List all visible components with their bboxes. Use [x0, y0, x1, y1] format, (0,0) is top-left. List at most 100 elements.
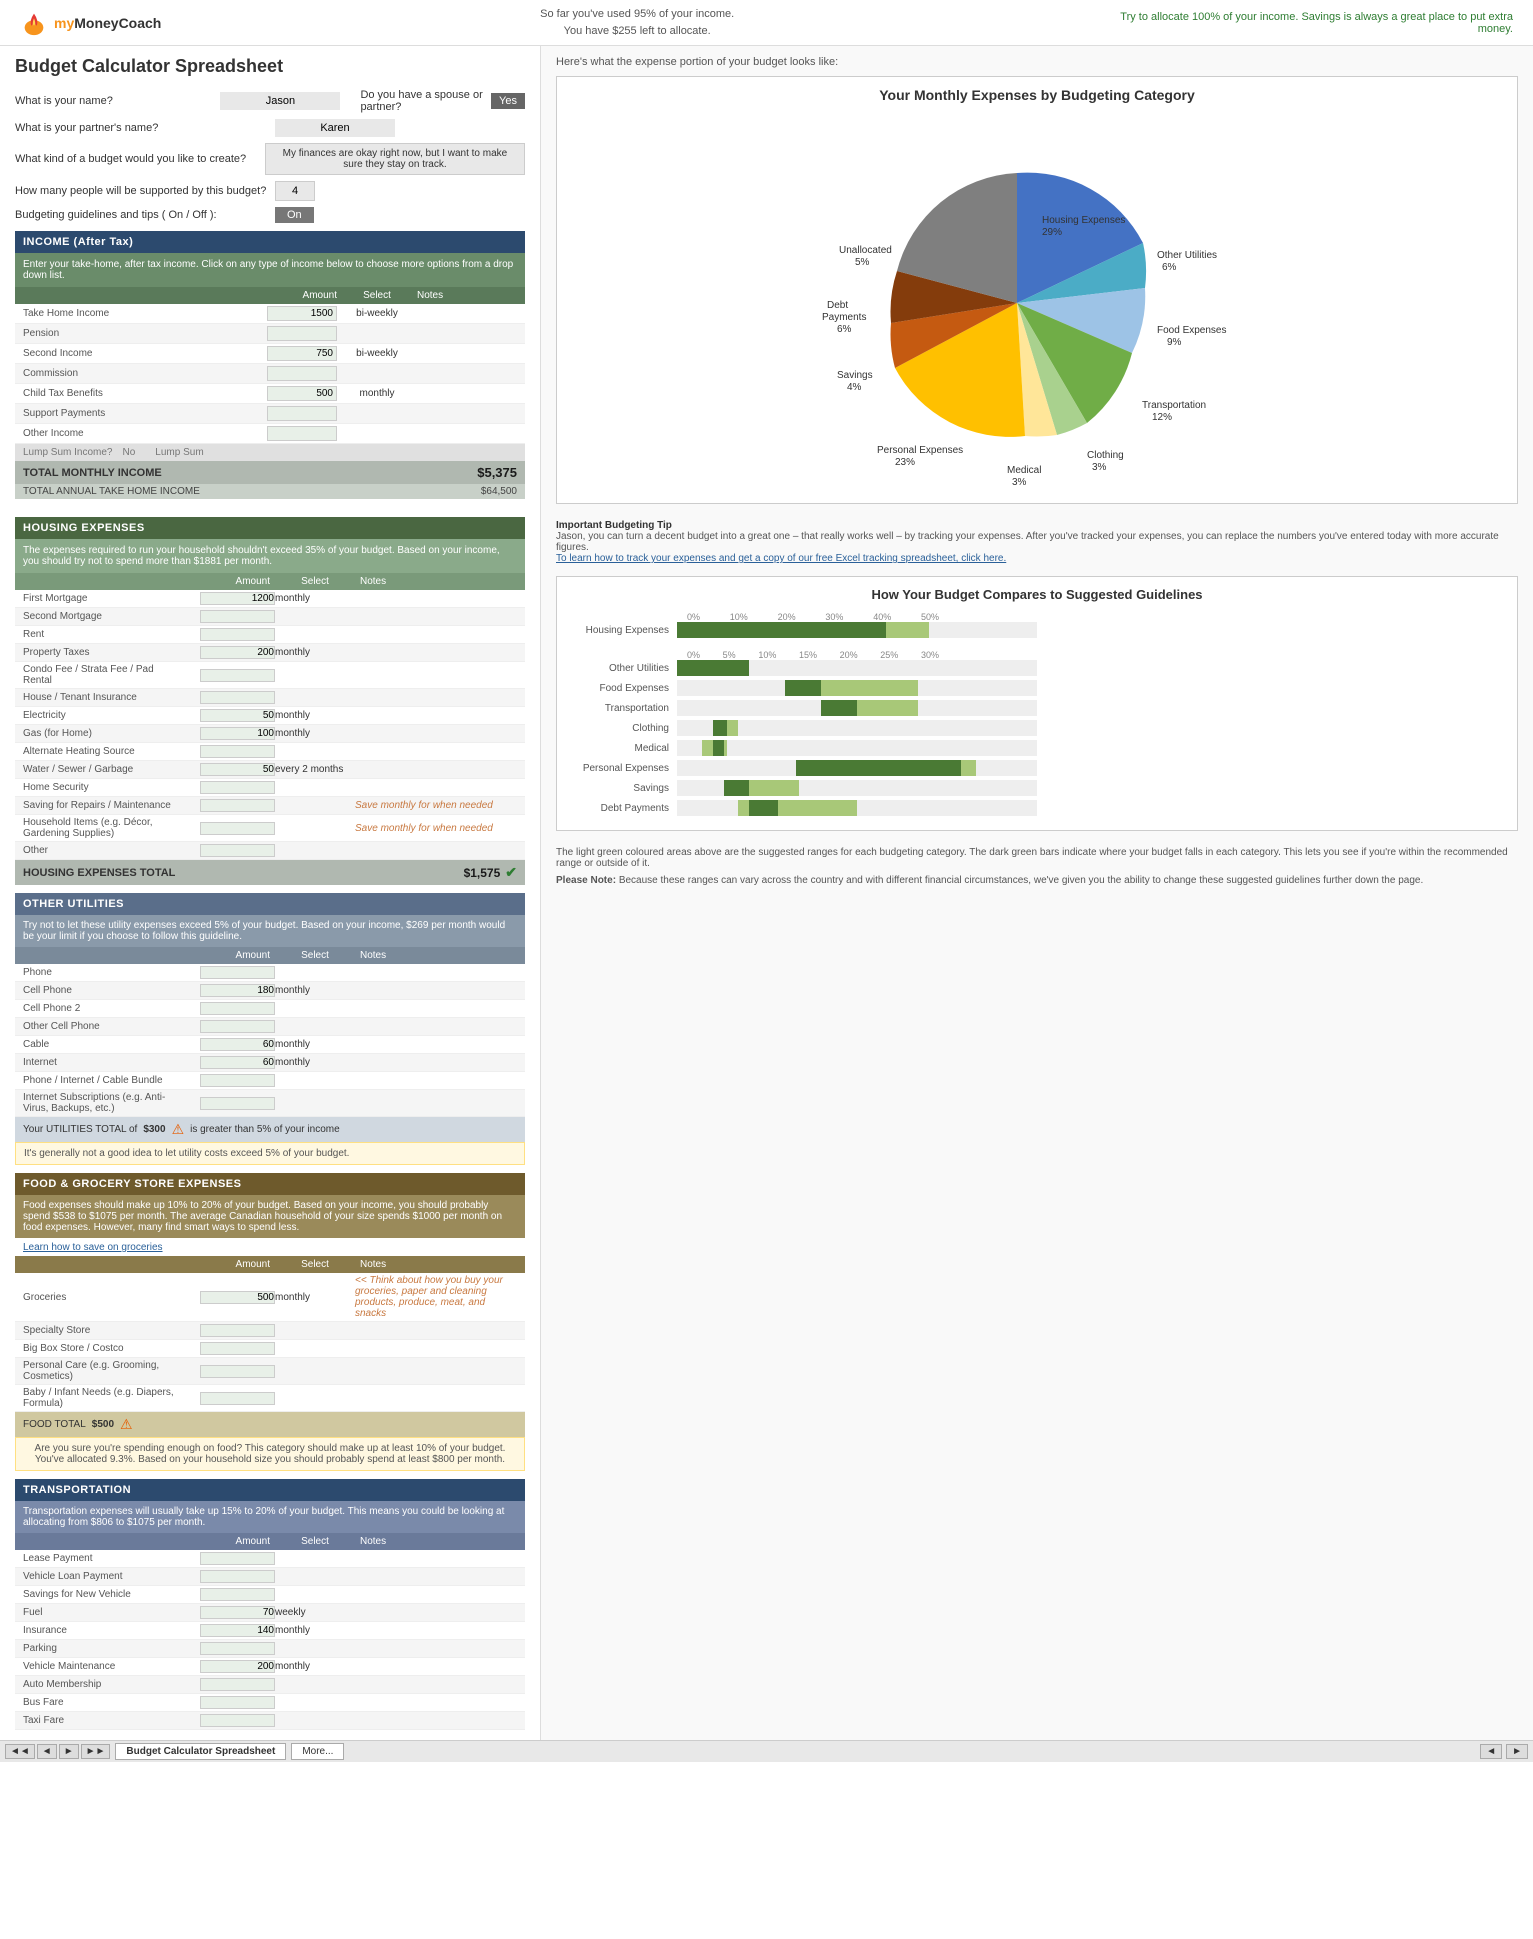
housing-other-input[interactable] — [200, 844, 275, 857]
list-item: Personal Care (e.g. Grooming, Cosmetics) — [15, 1358, 525, 1385]
tab-budget-spreadsheet[interactable]: Budget Calculator Spreadsheet — [115, 1743, 286, 1760]
vehicle-loan-input[interactable] — [200, 1570, 275, 1583]
other-income-input[interactable] — [267, 426, 337, 441]
bus-fare-input[interactable] — [200, 1696, 275, 1709]
income-col-notes: Notes — [417, 290, 517, 301]
pie-label-personal: Personal Expenses — [877, 445, 963, 456]
big-box-input[interactable] — [200, 1342, 275, 1355]
left-panel: Budget Calculator Spreadsheet What is yo… — [0, 46, 540, 1740]
bar-label-personal: Personal Expenses — [567, 763, 677, 774]
baby-needs-input[interactable] — [200, 1392, 275, 1405]
list-item: Baby / Infant Needs (e.g. Diapers, Formu… — [15, 1385, 525, 1412]
bar-actual-debt — [749, 800, 778, 816]
bar-label-housing: Housing Expenses — [567, 625, 677, 636]
take-home-income-input[interactable] — [267, 306, 337, 321]
commission-input[interactable] — [267, 366, 337, 381]
subscriptions-input[interactable] — [200, 1097, 275, 1110]
support-payments-input[interactable] — [267, 406, 337, 421]
utilities-total-row: Your UTILITIES TOTAL of $300 ⚠ is greate… — [15, 1117, 525, 1142]
cable-input[interactable] — [200, 1038, 275, 1051]
tab-nav-last[interactable]: ►► — [81, 1744, 111, 1759]
second-income-input[interactable] — [267, 346, 337, 361]
phone-input[interactable] — [200, 966, 275, 979]
insurance-input[interactable] — [200, 1624, 275, 1637]
list-item: Condo Fee / Strata Fee / Pad Rental — [15, 662, 525, 689]
electricity-input[interactable] — [200, 709, 275, 722]
bar-label-food: Food Expenses — [567, 683, 677, 694]
tab-nav-first[interactable]: ◄◄ — [5, 1744, 35, 1759]
pension-input[interactable] — [267, 326, 337, 341]
list-item: Cable monthly — [15, 1036, 525, 1054]
bar-chart-box: How Your Budget Compares to Suggested Gu… — [556, 576, 1518, 831]
savings-vehicle-input[interactable] — [200, 1588, 275, 1601]
top-right-message: Try to allocate 100% of your income. Sav… — [1113, 11, 1513, 35]
income-rows: Take Home Income bi-weekly Pension Secon… — [15, 304, 525, 444]
groceries-input[interactable] — [200, 1291, 275, 1304]
vehicle-maintenance-input[interactable] — [200, 1660, 275, 1673]
bundle-input[interactable] — [200, 1074, 275, 1087]
household-items-input[interactable] — [200, 822, 275, 835]
food-total-row: FOOD TOTAL $500 ⚠ — [15, 1412, 525, 1437]
spouse-yes-button[interactable]: Yes — [491, 93, 525, 109]
cell-phone-input[interactable] — [200, 984, 275, 997]
tab-scroll-right[interactable]: ► — [1506, 1744, 1528, 1759]
list-item: Support Payments — [15, 404, 525, 424]
cell-phone2-input[interactable] — [200, 1002, 275, 1015]
housing-section-header: HOUSING EXPENSES — [15, 517, 525, 539]
water-input[interactable] — [200, 763, 275, 776]
specialty-store-input[interactable] — [200, 1324, 275, 1337]
bar-actual-personal — [796, 760, 962, 776]
first-mortgage-input[interactable] — [200, 592, 275, 605]
list-item: Taxi Fare — [15, 1712, 525, 1730]
tab-scroll-left[interactable]: ◄ — [1480, 1744, 1502, 1759]
your-name-input[interactable] — [220, 92, 340, 110]
pie-label-housing: Housing Expenses — [1042, 215, 1125, 226]
people-input[interactable] — [275, 181, 315, 201]
list-item: Second Income bi-weekly — [15, 344, 525, 364]
list-item: Second Mortgage — [15, 608, 525, 626]
list-item: Cell Phone monthly — [15, 982, 525, 1000]
bar-actual-clothing — [713, 720, 727, 736]
partner-name-input[interactable] — [275, 119, 395, 137]
guidelines-toggle[interactable]: On — [275, 207, 314, 223]
people-label: How many people will be supported by thi… — [15, 185, 275, 197]
list-item: Other Cell Phone — [15, 1018, 525, 1036]
food-total-amount: $500 — [92, 1419, 114, 1430]
rent-input[interactable] — [200, 628, 275, 641]
partner-name-label: What is your partner's name? — [15, 122, 275, 134]
personal-care-input[interactable] — [200, 1365, 275, 1378]
tab-more[interactable]: More... — [291, 1743, 344, 1760]
utilities-warning: It's generally not a good idea to let ut… — [15, 1142, 525, 1165]
lease-input[interactable] — [200, 1552, 275, 1565]
fuel-input[interactable] — [200, 1606, 275, 1619]
gas-input[interactable] — [200, 727, 275, 740]
repairs-input[interactable] — [200, 799, 275, 812]
house-insurance-input[interactable] — [200, 691, 275, 704]
transport-col-headers: Amount Select Notes — [15, 1533, 525, 1550]
bar-track-personal — [677, 760, 1037, 776]
tab-nav-prev[interactable]: ◄ — [37, 1744, 57, 1759]
tab-nav[interactable]: ◄◄ ◄ ► ►► — [5, 1744, 110, 1759]
tab-nav-next[interactable]: ► — [59, 1744, 79, 1759]
list-item: Cell Phone 2 — [15, 1000, 525, 1018]
internet-input[interactable] — [200, 1056, 275, 1069]
auto-membership-input[interactable] — [200, 1678, 275, 1691]
food-savings-link[interactable]: Learn how to save on groceries — [23, 1242, 163, 1253]
housing-desc: The expenses required to run your househ… — [15, 539, 525, 573]
list-item: Savings for New Vehicle — [15, 1586, 525, 1604]
child-tax-input[interactable] — [267, 386, 337, 401]
bar-row-medical: Medical — [567, 740, 1507, 756]
condo-fee-input[interactable] — [200, 669, 275, 682]
utilities-total-amount: $300 — [143, 1124, 165, 1135]
tip-link[interactable]: To learn how to track your expenses and … — [556, 553, 1006, 564]
chart-intro: Here's what the expense portion of your … — [556, 56, 1518, 68]
taxi-fare-input[interactable] — [200, 1714, 275, 1727]
alt-heat-input[interactable] — [200, 745, 275, 758]
list-item: Household Items (e.g. Décor, Gardening S… — [15, 815, 525, 842]
other-cell-input[interactable] — [200, 1020, 275, 1033]
home-security-input[interactable] — [200, 781, 275, 794]
income-col-select: Select — [337, 290, 417, 301]
property-taxes-input[interactable] — [200, 646, 275, 659]
parking-input[interactable] — [200, 1642, 275, 1655]
second-mortgage-input[interactable] — [200, 610, 275, 623]
